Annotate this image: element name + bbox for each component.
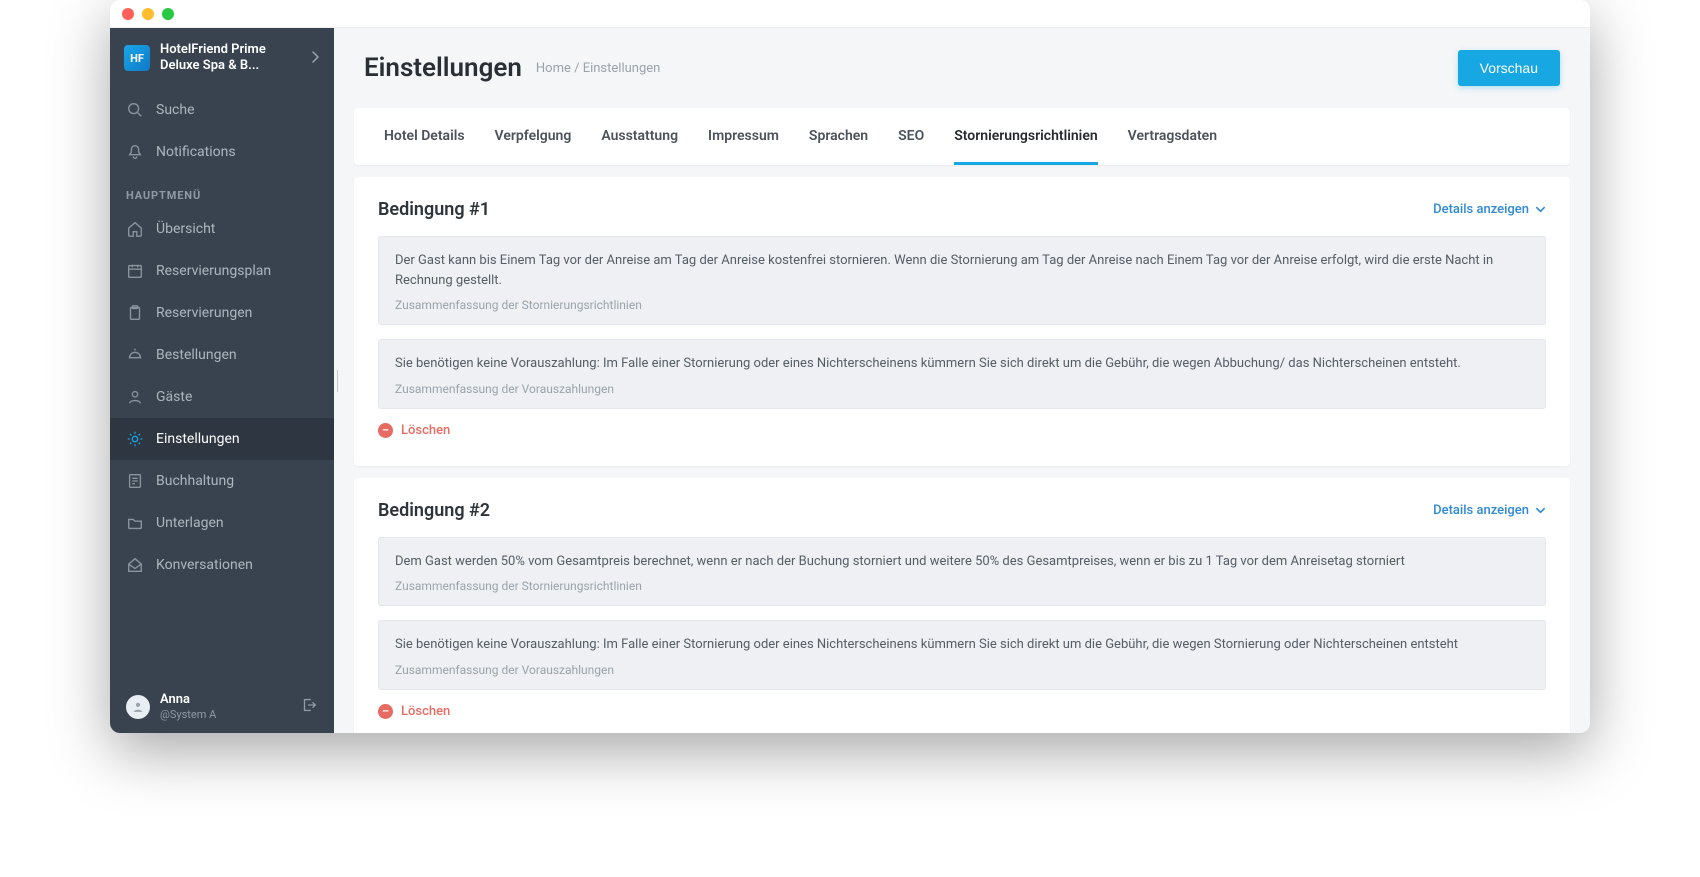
search-icon	[126, 101, 144, 119]
prepay-caption: Zusammenfassung der Vorauszahlungen	[395, 663, 1529, 677]
chevron-down-icon	[1535, 505, 1546, 516]
tab-verpfelgung[interactable]: Verpfelgung	[495, 108, 572, 165]
crumb-home[interactable]: Home	[536, 61, 571, 76]
crumb-current: Einstellungen	[583, 61, 661, 76]
delete-button[interactable]: – Löschen	[378, 423, 1546, 438]
sidebar-item-orders[interactable]: Bestellungen	[110, 334, 334, 376]
sidebar-item-label: Buchhaltung	[156, 473, 234, 489]
tab-ausstattung[interactable]: Ausstattung	[601, 108, 678, 165]
app-body: HF HotelFriend Prime Deluxe Spa & B... S…	[110, 28, 1590, 733]
bell-icon	[126, 143, 144, 161]
sidebar-item-search[interactable]: Suche	[110, 89, 334, 131]
hotel-logo: HF	[124, 45, 150, 71]
policy-summary: Dem Gast werden 50% vom Gesamtpreis bere…	[378, 537, 1546, 607]
sidebar-item-label: Unterlagen	[156, 515, 224, 531]
folder-icon	[126, 514, 144, 532]
policy-text: Dem Gast werden 50% vom Gesamtpreis bere…	[395, 552, 1529, 572]
prepay-text: Sie benötigen keine Vorauszahlung: Im Fa…	[395, 354, 1529, 374]
tabs-card: Hotel Details Verpfelgung Ausstattung Impre…	[354, 108, 1570, 165]
prepay-summary: Sie benötigen keine Vorauszahlung: Im Fa…	[378, 339, 1546, 409]
details-toggle[interactable]: Details anzeigen	[1433, 202, 1546, 217]
prepay-summary: Sie benötigen keine Vorauszahlung: Im Fa…	[378, 620, 1546, 690]
sidebar: HF HotelFriend Prime Deluxe Spa & B... S…	[110, 28, 334, 733]
delete-button[interactable]: – Löschen	[378, 704, 1546, 719]
sidebar-item-reservationplan[interactable]: Reservierungsplan	[110, 250, 334, 292]
sidebar-item-label: Konversationen	[156, 557, 253, 573]
tab-vertragsdaten[interactable]: Vertragsdaten	[1128, 108, 1217, 165]
prepay-text: Sie benötigen keine Vorauszahlung: Im Fa…	[395, 635, 1529, 655]
breadcrumb: Home / Einstellungen	[536, 61, 660, 76]
conditions-list: Bedingung #1 Details anzeigen Der Gast k…	[334, 165, 1590, 733]
hotel-name: HotelFriend Prime Deluxe Spa & B...	[160, 42, 300, 75]
app-window: HF HotelFriend Prime Deluxe Spa & B... S…	[110, 0, 1590, 733]
tab-hotel-details[interactable]: Hotel Details	[384, 108, 465, 165]
tab-sprachen[interactable]: Sprachen	[809, 108, 868, 165]
condition-title: Bedingung #2	[378, 500, 490, 521]
clipboard-icon	[126, 304, 144, 322]
sidebar-item-guests[interactable]: Gäste	[110, 376, 334, 418]
sidebar-item-conversations[interactable]: Konversationen	[110, 544, 334, 586]
main-content: Einstellungen Home / Einstellungen Vorsc…	[334, 28, 1590, 733]
close-dot[interactable]	[122, 8, 134, 20]
tab-stornierungsrichtlinien[interactable]: Stornierungsrichtlinien	[954, 108, 1097, 165]
sidebar-item-label: Gäste	[156, 389, 192, 405]
prepay-caption: Zusammenfassung der Vorauszahlungen	[395, 382, 1529, 396]
user-name: Anna	[160, 692, 290, 708]
policy-text: Der Gast kann bis Einem Tag vor der Anre…	[395, 251, 1529, 290]
sidebar-item-notifications[interactable]: Notifications	[110, 131, 334, 173]
chevron-right-icon	[310, 49, 320, 68]
tabs: Hotel Details Verpfelgung Ausstattung Impre…	[354, 108, 1570, 165]
sidebar-item-accounting[interactable]: Buchhaltung	[110, 460, 334, 502]
tab-impressum[interactable]: Impressum	[708, 108, 779, 165]
chevron-down-icon	[1535, 204, 1546, 215]
cloche-icon	[126, 346, 144, 364]
sidebar-item-documents[interactable]: Unterlagen	[110, 502, 334, 544]
user-meta: Anna @System A	[160, 692, 290, 721]
page-header: Einstellungen Home / Einstellungen Vorsc…	[334, 28, 1590, 96]
window-controls	[122, 8, 174, 20]
sidebar-item-label: Reservierungsplan	[156, 263, 271, 279]
zoom-dot[interactable]	[162, 8, 174, 20]
mac-titlebar	[110, 0, 1590, 28]
sidebar-item-label: Bestellungen	[156, 347, 237, 363]
user-role: @System A	[160, 708, 290, 721]
sidebar-item-settings[interactable]: Einstellungen	[110, 418, 334, 460]
policy-summary: Der Gast kann bis Einem Tag vor der Anre…	[378, 236, 1546, 325]
page-title: Einstellungen	[364, 53, 522, 83]
sidebar-footer: Anna @System A	[110, 680, 334, 733]
policy-caption: Zusammenfassung der Stornierungsrichtlin…	[395, 579, 1529, 593]
hotel-switcher[interactable]: HF HotelFriend Prime Deluxe Spa & B...	[110, 28, 334, 89]
sidebar-item-overview[interactable]: Übersicht	[110, 208, 334, 250]
condition-card: Bedingung #2 Details anzeigen Dem Gast w…	[354, 478, 1570, 734]
chat-icon	[126, 556, 144, 574]
minus-circle-icon: –	[378, 423, 393, 438]
sidebar-item-label: Einstellungen	[156, 431, 240, 447]
condition-title: Bedingung #1	[378, 199, 490, 220]
home-icon	[126, 220, 144, 238]
calendar-icon	[126, 262, 144, 280]
sidebar-item-label: Übersicht	[156, 221, 215, 237]
sidebar-section-label: HAUPTMENÜ	[110, 173, 334, 208]
avatar[interactable]	[126, 695, 150, 719]
user-icon	[126, 388, 144, 406]
minus-circle-icon: –	[378, 704, 393, 719]
receipt-icon	[126, 472, 144, 490]
tab-seo[interactable]: SEO	[898, 108, 924, 165]
sidebar-item-label: Notifications	[156, 144, 236, 160]
gear-icon	[126, 430, 144, 448]
policy-caption: Zusammenfassung der Stornierungsrichtlin…	[395, 298, 1529, 312]
logout-icon[interactable]	[300, 696, 318, 718]
sidebar-item-label: Suche	[156, 102, 195, 118]
sidebar-resize-handle[interactable]	[334, 366, 340, 396]
minimize-dot[interactable]	[142, 8, 154, 20]
preview-button[interactable]: Vorschau	[1458, 50, 1560, 86]
details-toggle[interactable]: Details anzeigen	[1433, 503, 1546, 518]
sidebar-item-label: Reservierungen	[156, 305, 252, 321]
condition-card: Bedingung #1 Details anzeigen Der Gast k…	[354, 177, 1570, 466]
sidebar-item-reservations[interactable]: Reservierungen	[110, 292, 334, 334]
